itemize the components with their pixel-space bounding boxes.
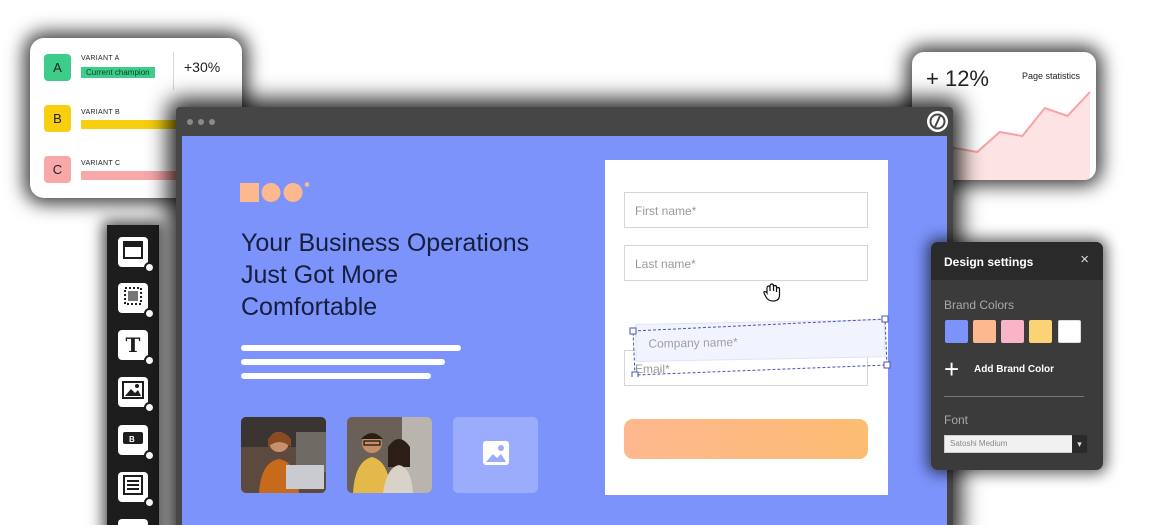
first-name-field[interactable]: First name* xyxy=(624,192,868,228)
editor-toolbar: T B xyxy=(107,225,159,525)
marketing-composite: A VARIANT A Current champion +30% B VARI… xyxy=(0,0,1150,525)
variant-divider xyxy=(173,52,174,90)
company-name-field-dragging[interactable]: Company name* xyxy=(629,315,891,377)
photo-woman-laptop[interactable] xyxy=(241,417,326,493)
stats-percent: + 12% xyxy=(926,66,989,91)
form-tool[interactable] xyxy=(118,472,155,508)
settings-divider xyxy=(944,396,1084,397)
close-icon[interactable]: × xyxy=(1080,251,1089,268)
text-line xyxy=(241,373,431,379)
section-icon xyxy=(123,240,143,264)
form-icon xyxy=(123,474,143,500)
brand-colors-label: Brand Colors xyxy=(944,298,1015,312)
box-tool[interactable] xyxy=(118,283,155,319)
photo-couple[interactable] xyxy=(347,417,432,493)
add-brand-color-button[interactable]: + Add Brand Color xyxy=(944,354,1054,384)
design-settings-panel: Design settings × Brand Colors + Add Bra… xyxy=(931,242,1103,470)
brand-color-swatch[interactable] xyxy=(1058,320,1081,343)
variant-a-badge: A xyxy=(44,54,71,81)
submit-button[interactable] xyxy=(624,419,868,459)
current-champion-tag: Current champion xyxy=(81,67,155,78)
brand-color-swatch[interactable] xyxy=(1001,320,1024,343)
selection-handles[interactable] xyxy=(629,315,891,377)
add-brand-color-label: Add Brand Color xyxy=(974,363,1054,375)
brand-color-swatch[interactable] xyxy=(945,320,968,343)
window-dot[interactable] xyxy=(198,119,204,125)
image-icon xyxy=(122,380,144,404)
variant-lift: +30% xyxy=(184,59,221,75)
text-line xyxy=(241,359,445,365)
chevron-down-icon[interactable]: ▾ xyxy=(1072,435,1087,453)
box-icon xyxy=(123,286,143,311)
text-tool[interactable]: T xyxy=(118,330,155,366)
variant-a-row: A VARIANT A Current champion xyxy=(44,54,155,81)
last-name-field[interactable]: Last name* xyxy=(624,245,868,281)
image-tool[interactable] xyxy=(118,377,155,413)
svg-text:B: B xyxy=(129,435,135,444)
window-dot[interactable] xyxy=(209,119,215,125)
plus-icon: + xyxy=(944,354,960,384)
more-tool[interactable] xyxy=(118,519,148,525)
unbounce-logo-icon xyxy=(927,111,948,132)
text-icon: T xyxy=(125,333,141,357)
button-tool[interactable]: B xyxy=(118,425,155,461)
landing-page-canvas[interactable]: Your Business Operations Just Got More C… xyxy=(182,136,947,525)
settings-header: Design settings × xyxy=(931,242,1103,280)
image-placeholder-icon xyxy=(482,440,510,471)
variant-a-name: VARIANT A xyxy=(81,55,120,62)
image-placeholder[interactable] xyxy=(453,417,538,493)
grab-cursor-icon xyxy=(762,283,782,308)
hero-headline[interactable]: Your Business Operations Just Got More C… xyxy=(241,227,541,323)
window-dot[interactable] xyxy=(187,119,193,125)
variant-c-badge: C xyxy=(44,156,71,183)
trend-area xyxy=(932,92,1090,180)
font-label: Font xyxy=(944,413,969,427)
stats-label: Page statistics xyxy=(1022,71,1081,81)
section-tool[interactable] xyxy=(118,237,155,273)
browser-window: Your Business Operations Just Got More C… xyxy=(176,107,953,525)
settings-title: Design settings xyxy=(944,255,1034,269)
brand-logo-icon xyxy=(240,182,310,202)
brand-color-swatch[interactable] xyxy=(1029,320,1052,343)
variant-b-badge: B xyxy=(44,105,71,132)
text-line xyxy=(241,345,461,351)
button-icon: B xyxy=(122,430,144,451)
window-controls xyxy=(187,119,215,125)
brand-color-swatch[interactable] xyxy=(973,320,996,343)
font-select[interactable]: Satoshi Medium xyxy=(944,435,1086,453)
